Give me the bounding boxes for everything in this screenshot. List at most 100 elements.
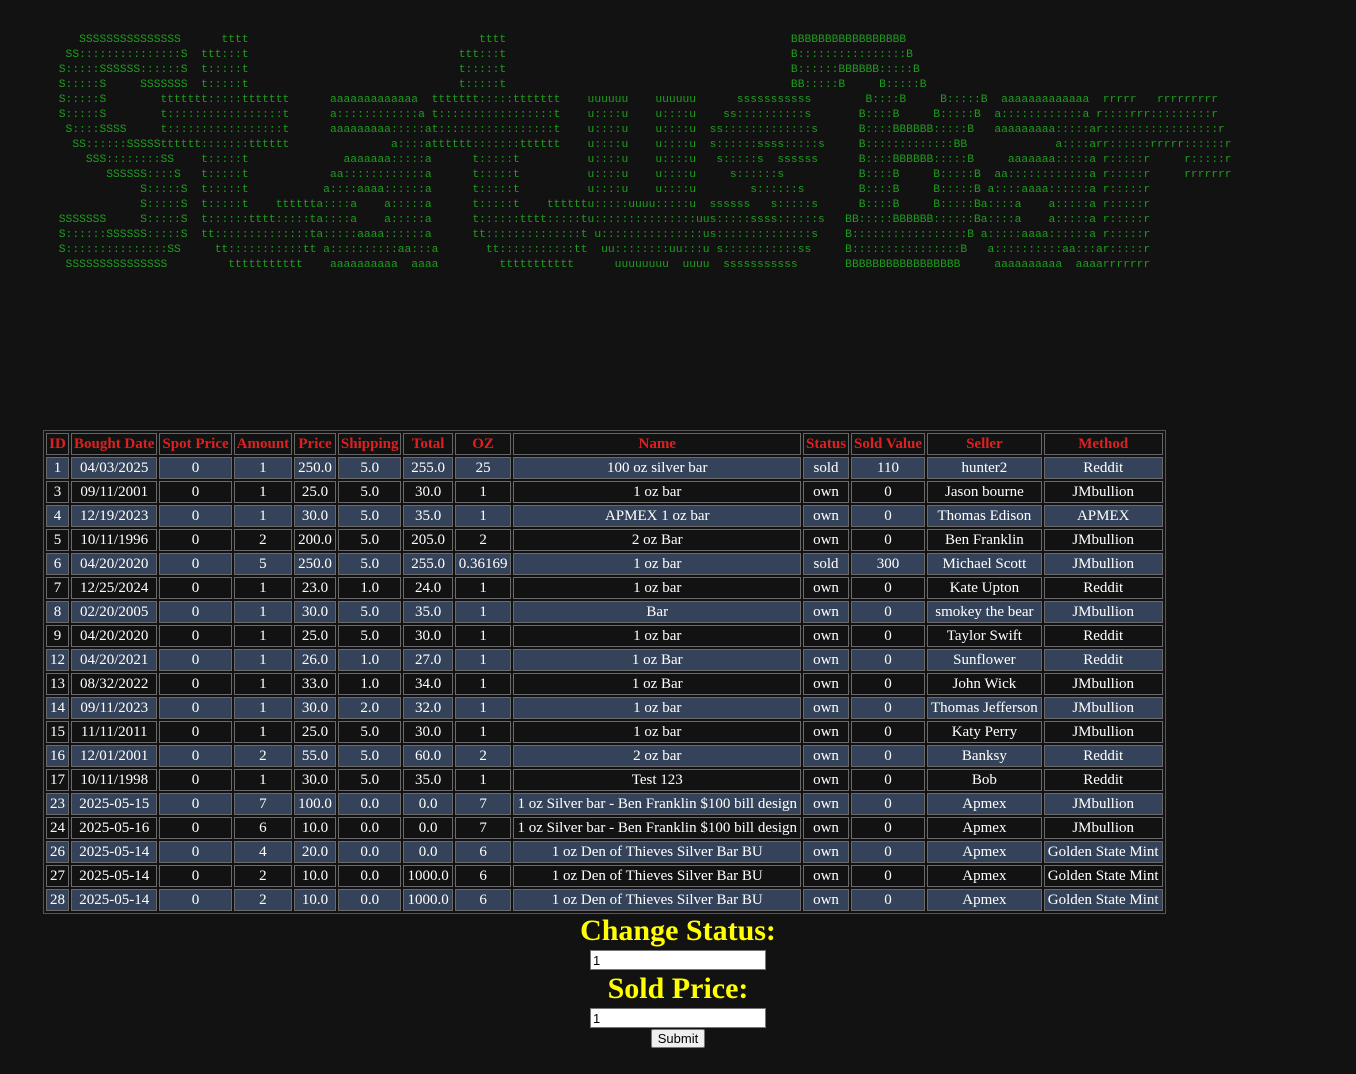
table-cell: 6: [454, 841, 512, 863]
column-header: Total: [403, 433, 453, 455]
table-cell: Thomas Edison: [927, 505, 1042, 527]
column-header: Seller: [927, 433, 1042, 455]
table-cell: JMbullion: [1043, 481, 1163, 503]
table-cell: Reddit: [1043, 457, 1163, 479]
table-cell: JMbullion: [1043, 817, 1163, 839]
table-cell: 16: [46, 745, 69, 767]
submit-button[interactable]: Submit: [650, 1029, 706, 1048]
column-header: Spot Price: [159, 433, 232, 455]
table-cell: 5.0: [337, 769, 402, 791]
table-cell: 5: [46, 529, 69, 551]
table-cell: Reddit: [1043, 625, 1163, 647]
table-cell: 1 oz bar: [513, 577, 802, 599]
table-cell: 5.0: [337, 529, 402, 551]
table-cell: 0: [851, 481, 925, 503]
table-cell: 0: [159, 481, 232, 503]
table-cell: 1: [454, 481, 512, 503]
table-cell: own: [803, 673, 850, 695]
table-body: 1 04/03/2025 0 1 250.0 5.0 255.0 25 100 oz silve…: [46, 457, 1163, 911]
table-cell: Taylor Swift: [927, 625, 1042, 647]
table-cell: own: [803, 889, 850, 911]
table-cell: 0.0: [337, 889, 402, 911]
table-cell: 3: [46, 481, 69, 503]
table-cell: 24: [46, 817, 69, 839]
table-cell: 2.0: [337, 697, 402, 719]
table-cell: 35.0: [403, 601, 453, 623]
table-cell: JMbullion: [1043, 793, 1163, 815]
table-cell: 1 oz Bar: [513, 649, 802, 671]
column-header: ID: [46, 433, 69, 455]
table-cell: 1: [454, 721, 512, 743]
table-cell: 5.0: [337, 745, 402, 767]
table-cell: JMbullion: [1043, 721, 1163, 743]
table-cell: 7: [46, 577, 69, 599]
column-header: Price: [294, 433, 336, 455]
table-cell: 17: [46, 769, 69, 791]
table-cell: 7: [454, 817, 512, 839]
column-header: Shipping: [337, 433, 402, 455]
table-cell: 1.0: [337, 649, 402, 671]
table-cell: own: [803, 625, 850, 647]
status-input[interactable]: [590, 950, 766, 970]
table-cell: own: [803, 769, 850, 791]
table-cell: 04/20/2021: [71, 649, 158, 671]
table-cell: 10.0: [294, 889, 336, 911]
table-cell: own: [803, 745, 850, 767]
table-cell: own: [803, 577, 850, 599]
table-cell: Apmex: [927, 889, 1042, 911]
table-cell: 300: [851, 553, 925, 575]
table-row: 14 09/11/2023 0 1 30.0 2.0 32.0 1 1 oz bar own 0 Th…: [46, 697, 1163, 719]
table-cell: 205.0: [403, 529, 453, 551]
table-cell: 0: [159, 673, 232, 695]
table-row: 17 10/11/1998 0 1 30.0 5.0 35.0 1 Test 123 own 0 Bo…: [46, 769, 1163, 791]
change-status-form: Change Status: Sold Price: Submit: [0, 912, 1356, 1048]
table-cell: Bar: [513, 601, 802, 623]
table-cell: Golden State Mint: [1043, 865, 1163, 887]
table-cell: 0: [851, 817, 925, 839]
table-cell: Golden State Mint: [1043, 889, 1163, 911]
table-cell: 0.0: [337, 817, 402, 839]
table-cell: own: [803, 841, 850, 863]
table-cell: 0.0: [403, 841, 453, 863]
table-cell: 09/11/2001: [71, 481, 158, 503]
table-cell: 0: [159, 529, 232, 551]
table-cell: 10/11/1998: [71, 769, 158, 791]
table-cell: 23.0: [294, 577, 336, 599]
column-header: Bought Date: [71, 433, 158, 455]
table-cell: 255.0: [403, 553, 453, 575]
table-cell: 30.0: [294, 505, 336, 527]
table-cell: 0: [851, 529, 925, 551]
table-cell: Bob: [927, 769, 1042, 791]
table-cell: 35.0: [403, 769, 453, 791]
table-cell: Sunflower: [927, 649, 1042, 671]
table-cell: 1000.0: [403, 865, 453, 887]
table-cell: 0: [159, 577, 232, 599]
table-cell: Ben Franklin: [927, 529, 1042, 551]
table-cell: 1000.0: [403, 889, 453, 911]
table-cell: JMbullion: [1043, 529, 1163, 551]
table-cell: Reddit: [1043, 769, 1163, 791]
table-cell: 33.0: [294, 673, 336, 695]
table-cell: 2025-05-14: [71, 865, 158, 887]
table-cell: own: [803, 649, 850, 671]
table-cell: 1: [454, 769, 512, 791]
table-cell: APMEX 1 oz bar: [513, 505, 802, 527]
table-cell: 1 oz bar: [513, 721, 802, 743]
table-cell: 1 oz Den of Thieves Silver Bar BU: [513, 865, 802, 887]
table-cell: 1: [454, 601, 512, 623]
table-cell: 0: [851, 841, 925, 863]
table-cell: 04/20/2020: [71, 553, 158, 575]
table-cell: JMbullion: [1043, 697, 1163, 719]
table-cell: Golden State Mint: [1043, 841, 1163, 863]
table-row: 5 10/11/1996 0 2 200.0 5.0 205.0 2 2 oz Bar own 0 B…: [46, 529, 1163, 551]
column-header: Sold Value: [851, 433, 925, 455]
table-cell: 0: [159, 793, 232, 815]
table-cell: 1 oz Bar: [513, 673, 802, 695]
table-cell: JMbullion: [1043, 553, 1163, 575]
table-cell: 0: [851, 625, 925, 647]
table-cell: 0: [159, 601, 232, 623]
column-header: Amount: [233, 433, 293, 455]
stats-bar-ascii-banner: SSSSSSSSSSSSSSS tttt tttt BBBBBBBBBBBBBB…: [58, 34, 1232, 271]
sold-price-input[interactable]: [590, 1008, 766, 1028]
table-cell: Apmex: [927, 841, 1042, 863]
